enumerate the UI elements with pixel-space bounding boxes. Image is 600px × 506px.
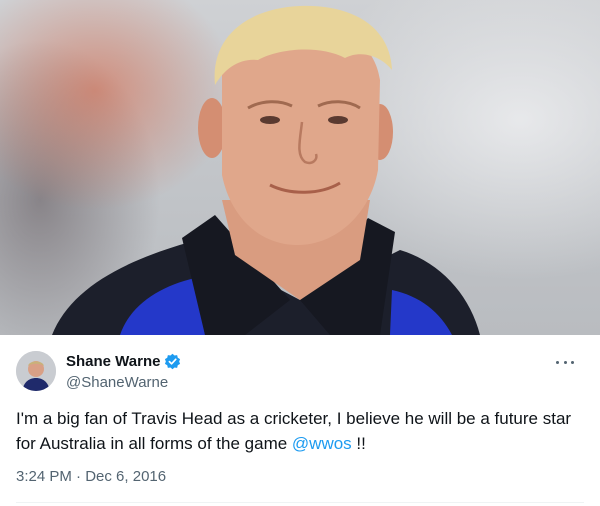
tweet-text-suffix: !!: [351, 434, 366, 453]
verified-badge-icon: [164, 353, 181, 370]
tweet-time: 3:24 PM: [16, 468, 72, 485]
avatar-image: [16, 351, 56, 391]
mention-link[interactable]: @wwos: [292, 434, 352, 453]
author-display-name[interactable]: Shane Warne: [66, 353, 160, 370]
author-handle[interactable]: @ShaneWarne: [66, 374, 168, 391]
author-name-row: Shane Warne: [66, 353, 181, 370]
tweet-timestamp[interactable]: 3:24 PM · Dec 6, 2016: [16, 468, 166, 485]
divider: [16, 502, 584, 503]
tweet-text: I'm a big fan of Travis Head as a cricke…: [16, 406, 586, 456]
tweet-date: Dec 6, 2016: [85, 468, 167, 485]
avatar[interactable]: [16, 351, 56, 391]
tweet-photo[interactable]: [0, 0, 600, 335]
timestamp-separator: ·: [71, 468, 86, 485]
tweet-card[interactable]: Shane Warne @ShaneWarne I'm a big fan of…: [0, 335, 600, 506]
more-options-icon[interactable]: [556, 353, 574, 371]
portrait-illustration: [52, 5, 480, 335]
